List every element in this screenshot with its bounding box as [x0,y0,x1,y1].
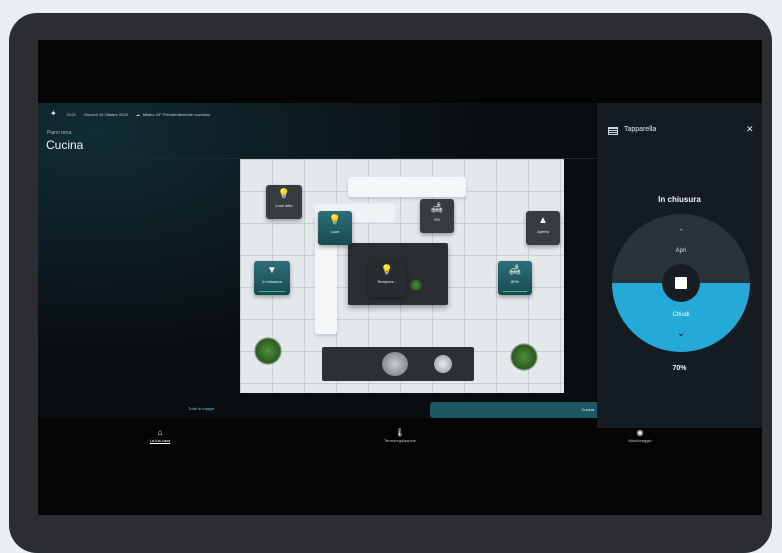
tab-cucina[interactable]: Cucina [430,402,600,418]
tile-timer[interactable]: 💡 Temporiz... [368,261,406,297]
plant-right [510,343,538,371]
nav-monitoring[interactable]: ◉ Monitoraggio [595,428,685,443]
sofa-top [348,177,466,197]
tile-label: Aperta [537,229,549,234]
stop-icon [675,277,687,289]
tile-blind-open[interactable]: ▲ Aperta [526,211,560,245]
plant-small [410,279,422,291]
blind-status: In chiusura [658,195,701,204]
panel-title: Tapparella [624,126,657,133]
tile-label: 0% [434,217,440,222]
clock-time: 13:21 [66,111,77,117]
tile-lamp-eighty[interactable]: 🛋 80% [498,261,532,295]
blind-icon [608,127,618,135]
bulb-icon: 💡 [277,189,291,200]
device-screen: ✦ 13:21 Giovedì 16 Ottobre 2025 ☁ Milano… [38,40,762,515]
chevron-down-icon[interactable]: ⌄ [612,328,750,339]
blind-dial: ⌃ Apri Chiudi ⌄ [612,214,750,352]
tile-label: Luce [330,229,340,234]
room-title: Cucina [46,138,84,152]
tile-status-bar [259,291,285,292]
weather-text: Milano 24° Prevalentemente nuvoloso [142,111,211,117]
lamp-icon: 🛋 [430,203,444,214]
tile-label: 80% [510,279,519,284]
blind-icon: ▲ [538,215,548,226]
nav-label: La tua casa [149,438,171,443]
tile-label: Luce letto [275,203,293,208]
lamp-icon: 🛋 [508,265,522,276]
tile-label: In chiusura [262,279,282,284]
tile-luce-letto[interactable]: 💡 Luce letto [266,185,302,219]
tile-lamp-zero[interactable]: 🛋 0% [420,199,454,233]
nav-label: Monitoraggio [628,438,652,443]
blind-icon: ▼ [267,265,277,276]
blind-position: 70% [672,365,687,372]
blind-control-panel: Tapparella ✕ In chiusura ⌃ Apri Chiudi ⌄… [597,103,762,428]
app-logo-icon: ✦ [50,109,57,118]
floor-map[interactable]: 💡 Luce letto 💡 Luce 🛋 0% ▲ Aperta ▼ In c… [240,159,564,393]
thermometer-icon: 🌡 [394,428,406,437]
nav-thermo[interactable]: 🌡 Termoregolazione [355,428,445,443]
tile-status-bar [503,291,527,292]
cloud-icon: ☁ [135,111,140,117]
kitchen-counter [322,347,474,381]
eye-icon: ◉ [636,428,644,437]
map-tabs: Tutte le mappe Cucina [38,402,600,420]
nav-label: Termoregolazione [384,438,416,443]
home-icon: ⌂ [157,428,163,437]
pot-icon [382,352,408,376]
floor-label: Piano terra [47,130,72,136]
plant-left [254,337,282,365]
tile-luce[interactable]: 💡 Luce [318,211,352,245]
tile-blind-closing[interactable]: ▼ In chiusura [254,261,290,295]
tab-all-maps[interactable]: Tutte le mappe [188,406,215,411]
tile-label: Temporiz... [377,279,397,284]
close-icon[interactable]: ✕ [746,124,754,135]
bulb-icon: 💡 [328,215,342,226]
pan-icon [434,355,452,373]
open-button[interactable]: Apri [612,248,750,254]
bulb-icon: 💡 [380,265,394,276]
close-button[interactable]: Chiudi [612,312,750,318]
status-bar: ✦ 13:21 Giovedì 16 Ottobre 2025 ☁ Milano… [38,103,596,125]
stop-button[interactable] [662,264,700,302]
chevron-up-icon[interactable]: ⌃ [612,228,750,236]
nav-home[interactable]: ⌂ La tua casa [115,428,205,443]
current-date: Giovedì 16 Ottobre 2025 [84,111,128,117]
